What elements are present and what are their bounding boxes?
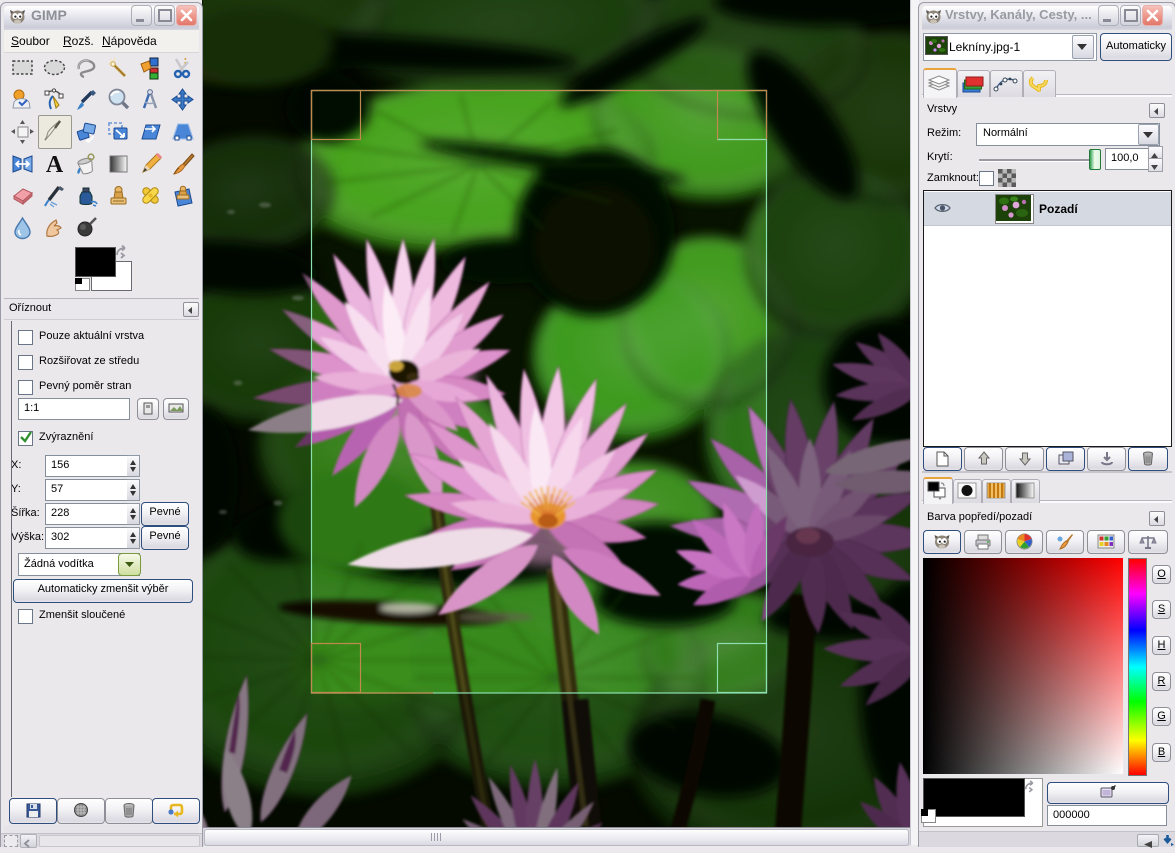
svg-text:A: A [46,152,64,178]
